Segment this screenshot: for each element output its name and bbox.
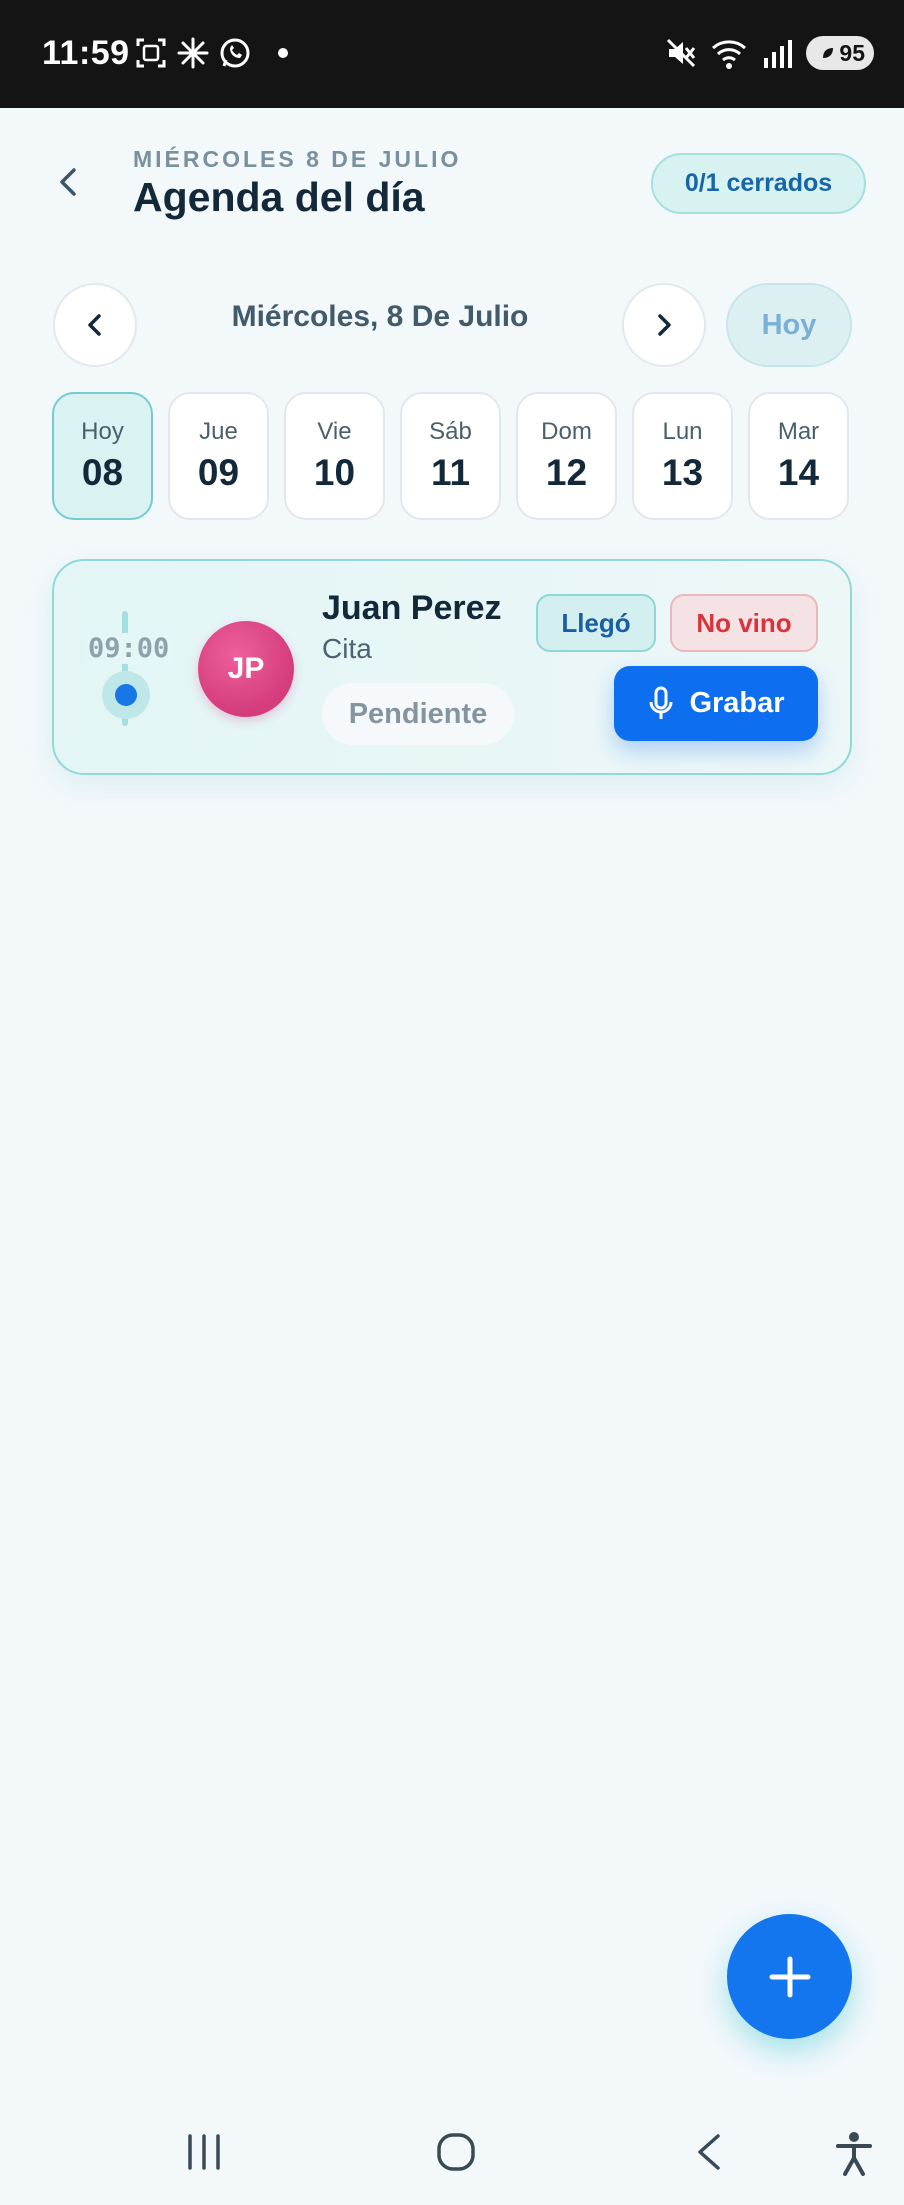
day-number: 14 — [777, 452, 820, 493]
current-date-label: Miércoles, 8 De Julio — [231, 300, 529, 333]
accessibility-icon[interactable] — [832, 2130, 876, 2178]
day-number: 10 — [313, 452, 356, 493]
day-number: 11 — [430, 452, 471, 493]
status-time: 11:59 — [42, 34, 130, 72]
add-appointment-button[interactable] — [727, 1914, 852, 2039]
day-name: Jue — [199, 418, 238, 445]
mute-icon — [666, 38, 696, 68]
day-item-jue[interactable]: Jue 09 — [168, 392, 269, 520]
chevron-left-icon — [60, 168, 76, 196]
day-item-mar[interactable]: Mar 14 — [748, 392, 849, 520]
sparkle-icon — [177, 37, 209, 69]
day-item-vie[interactable]: Vie 10 — [284, 392, 385, 520]
day-strip: Hoy 08 Jue 09 Vie 10 Sáb 11 Dom 12 Lun 1… — [52, 392, 849, 520]
record-button[interactable]: Grabar — [614, 666, 818, 741]
avatar: JP — [198, 621, 294, 717]
patient-name: Juan Perez — [322, 589, 502, 627]
signal-icon — [764, 40, 792, 68]
appointment-type: Cita — [322, 633, 372, 664]
appointment-card[interactable]: 09:00 JP Juan Perez Cita Pendiente Llegó… — [52, 559, 852, 775]
day-item-dom[interactable]: Dom 12 — [516, 392, 617, 520]
status-left-icons — [134, 36, 288, 70]
today-button[interactable]: Hoy — [726, 283, 852, 367]
day-name: Sáb — [429, 418, 472, 445]
day-name: Dom — [541, 418, 592, 445]
closed-count-badge: 0/1 cerrados — [651, 153, 866, 214]
status-right-icons: 95 — [664, 36, 874, 70]
back-button[interactable] — [48, 162, 88, 202]
status-badge: Pendiente — [322, 683, 514, 745]
timeline-dot-icon — [102, 671, 150, 719]
whatsapp-icon — [220, 38, 250, 68]
day-item-lun[interactable]: Lun 13 — [632, 392, 733, 520]
plus-icon — [769, 1956, 810, 1997]
page-title: Agenda del día — [133, 174, 425, 220]
no-show-button[interactable]: No vino — [670, 594, 818, 652]
status-bar: 11:59 95 — [0, 0, 904, 108]
day-item-sab[interactable]: Sáb 11 — [400, 392, 501, 520]
day-number: 09 — [197, 452, 240, 493]
home-icon[interactable] — [434, 2130, 478, 2174]
microphone-icon — [649, 686, 673, 719]
system-nav-bar — [0, 2100, 904, 2205]
screenshot-icon — [136, 38, 166, 68]
chevron-right-icon — [658, 314, 671, 336]
day-name: Mar — [777, 418, 820, 445]
next-day-button[interactable] — [622, 283, 706, 367]
day-number: 08 — [81, 452, 124, 493]
chevron-left-icon — [88, 314, 101, 336]
day-number: 13 — [661, 452, 704, 493]
day-name: Lun — [662, 418, 703, 445]
header-subtitle: MIÉRCOLES 8 DE JULIO — [133, 146, 462, 172]
battery-icon: 95 — [806, 36, 874, 70]
record-button-label: Grabar — [689, 687, 785, 719]
dot-icon — [278, 48, 288, 58]
appointment-time: 09:00 — [86, 633, 172, 664]
prev-day-button[interactable] — [53, 283, 137, 367]
day-name: Vie — [317, 418, 352, 445]
wifi-icon — [712, 40, 746, 69]
day-name: Hoy — [81, 418, 124, 445]
back-nav-icon[interactable] — [690, 2130, 730, 2174]
arrived-button[interactable]: Llegó — [536, 594, 656, 652]
recent-apps-icon[interactable] — [184, 2130, 224, 2174]
day-number: 12 — [545, 452, 588, 493]
day-item-hoy[interactable]: Hoy 08 — [52, 392, 153, 520]
